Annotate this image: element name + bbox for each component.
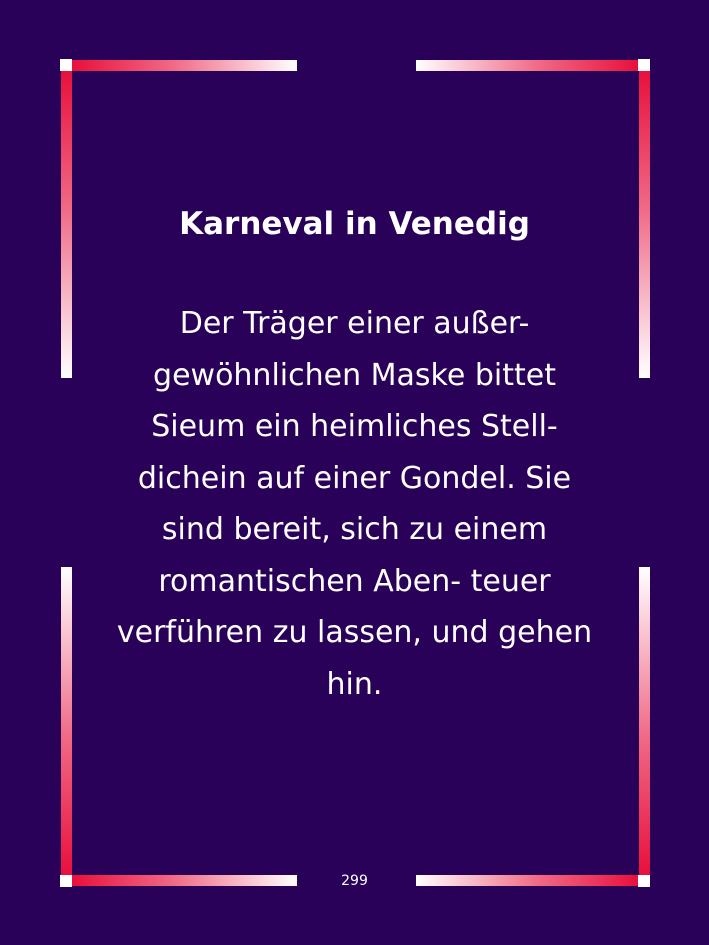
frame-bar-top-left bbox=[72, 60, 297, 71]
page-number: 299 bbox=[341, 873, 368, 889]
frame-bar-right-lower bbox=[639, 567, 650, 875]
frame-bar-left-lower bbox=[61, 567, 72, 875]
body-text: Der Träger einer außer- gewöhnlichen Mas… bbox=[116, 306, 593, 702]
page-title: Karneval in Venedig bbox=[179, 206, 530, 242]
frame-corner-top-right bbox=[638, 59, 650, 71]
frame-bar-top-right bbox=[416, 60, 638, 71]
frame-corner-top-left bbox=[60, 59, 72, 71]
